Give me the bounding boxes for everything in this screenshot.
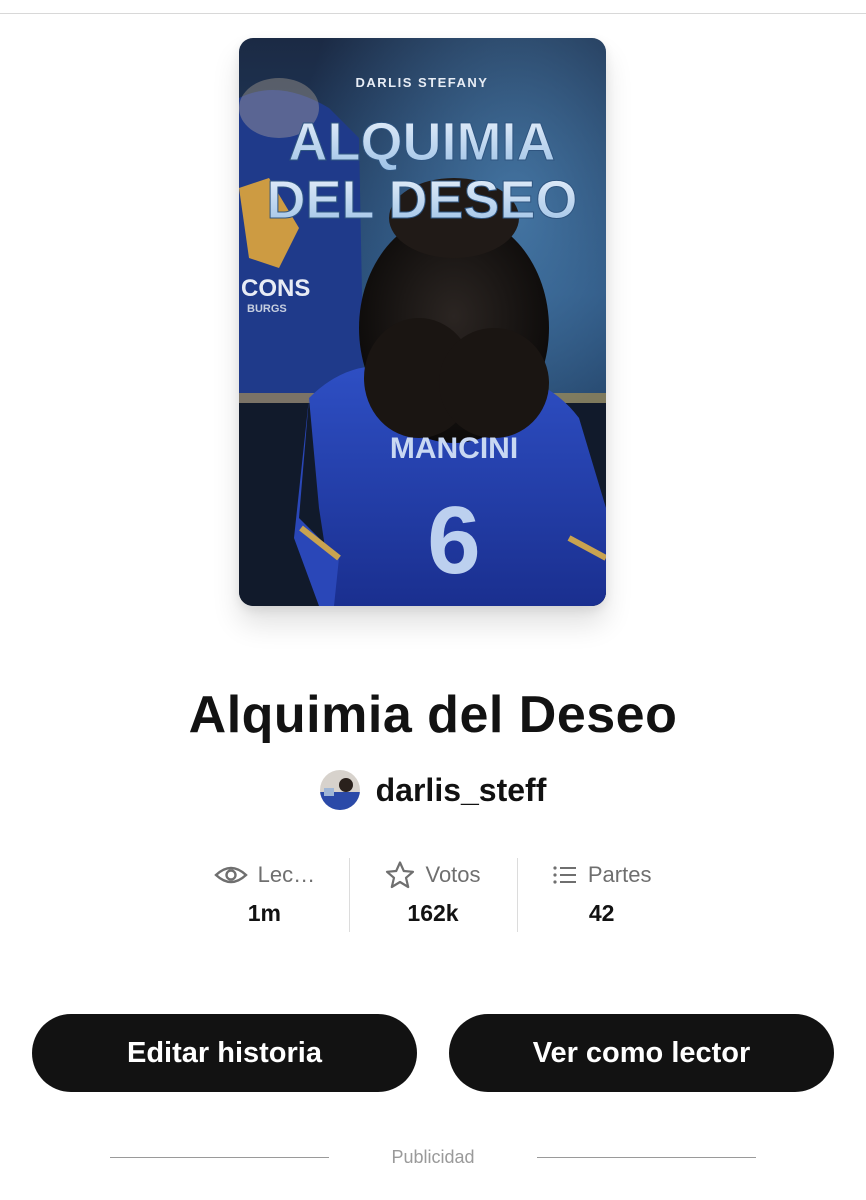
cover-bg-text-1: CONS xyxy=(241,275,310,302)
ad-divider-line-right xyxy=(536,1156,756,1158)
stat-reads-label: Lec… xyxy=(257,862,316,887)
author-row[interactable]: darlis_steff xyxy=(0,769,866,811)
top-divider xyxy=(0,13,866,14)
stat-parts: Partes 42 xyxy=(517,856,686,934)
story-details-page: CONS BURGS DARLIS STEFANY ALQUIMIA DEL D… xyxy=(0,0,866,1200)
cover-title-line-2: DEL DESEO xyxy=(266,170,577,230)
stat-votes-value: 162k xyxy=(407,900,459,926)
ad-divider-line-left xyxy=(110,1156,330,1158)
stat-parts-value: 42 xyxy=(588,900,615,926)
star-icon xyxy=(385,860,415,890)
story-stats: Lec… 1m Votos 162k Partes 42 xyxy=(180,856,686,934)
cover-bg-text-2: BURGS xyxy=(247,303,287,315)
stat-votes: Votos 162k xyxy=(348,856,518,934)
view-as-reader-button[interactable]: Ver como lector xyxy=(449,1014,834,1092)
eye-icon xyxy=(213,863,248,887)
ad-label: Publicidad xyxy=(391,1146,475,1167)
cover-illustration: CONS BURGS DARLIS STEFANY ALQUIMIA DEL D… xyxy=(239,38,606,606)
edit-story-button[interactable]: Editar historia xyxy=(32,1014,417,1092)
ad-divider: Publicidad xyxy=(110,1144,756,1170)
list-icon xyxy=(552,864,578,886)
cover-jersey-name: MANCINI xyxy=(390,432,518,465)
author-name[interactable]: darlis_steff xyxy=(376,772,547,809)
stat-reads-value: 1m xyxy=(247,900,281,926)
story-title: Alquimia del Deseo xyxy=(188,686,678,744)
stat-reads: Lec… 1m xyxy=(180,856,349,934)
book-cover[interactable]: CONS BURGS DARLIS STEFANY ALQUIMIA DEL D… xyxy=(239,38,606,606)
stat-parts-label: Partes xyxy=(587,862,652,887)
stat-votes-label: Votos xyxy=(425,862,481,887)
cover-jersey-number: 6 xyxy=(427,487,480,594)
avatar[interactable] xyxy=(319,770,360,810)
cover-author-line: DARLIS STEFANY xyxy=(356,75,489,90)
cover-title-line-1: ALQUIMIA xyxy=(289,112,556,172)
